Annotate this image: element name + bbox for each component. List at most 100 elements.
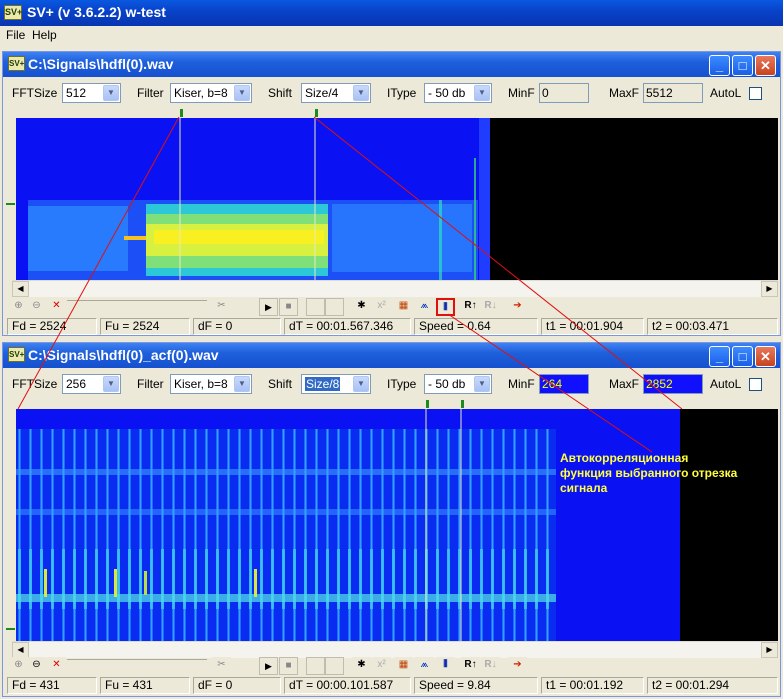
export-icon[interactable]: ➔ (508, 657, 527, 675)
cursor-marker-left[interactable] (180, 109, 183, 117)
maximize-button[interactable]: □ (732, 346, 753, 367)
maximize-icon: □ (738, 349, 747, 364)
mark-right-icon[interactable] (325, 298, 344, 316)
spectrum-icon[interactable]: ⩕ (415, 298, 434, 316)
itype-select[interactable]: - 50 db ▼ (424, 374, 492, 394)
status-speed: Speed = 9.84 (414, 677, 538, 694)
level-marker[interactable] (6, 628, 15, 630)
asterisk-icon[interactable]: ✱ (352, 657, 371, 675)
fftsize-select[interactable]: 512 ▼ (62, 83, 121, 103)
shift-select[interactable]: Size/4 ▼ (301, 83, 371, 103)
stop-icon[interactable]: ■ (279, 657, 298, 675)
minimize-button[interactable]: _ (709, 55, 730, 76)
cursor-marker-left[interactable] (426, 400, 429, 408)
maximize-button[interactable]: □ (732, 55, 753, 76)
scroll-right-button[interactable]: ▶ (761, 281, 778, 297)
spectrogram-plot[interactable] (16, 118, 778, 282)
mark-left-icon[interactable] (306, 657, 325, 675)
filter-select[interactable]: Kiser, b=8 ▼ (170, 83, 252, 103)
cut-icon[interactable]: ✂ (212, 657, 231, 675)
close-button[interactable]: ✕ (755, 346, 776, 367)
cut-icon[interactable]: ✂ (212, 298, 231, 316)
acf-spectrogram-plot[interactable] (16, 409, 778, 643)
rt-down-icon[interactable]: R↓ (481, 298, 500, 316)
app-logo-icon: SV+ (8, 347, 25, 362)
minimize-button[interactable]: _ (709, 346, 730, 367)
mark-left-icon[interactable] (306, 298, 325, 316)
scroll-left-button[interactable]: ◀ (12, 642, 29, 658)
zoom-track[interactable] (67, 300, 207, 314)
status-speed: Speed = 0.64 (414, 318, 538, 335)
itype-select[interactable]: - 50 db ▼ (424, 83, 492, 103)
autol-checkbox[interactable] (749, 87, 762, 100)
x-squared-icon[interactable]: x² (372, 298, 391, 316)
chevron-down-icon: ▼ (474, 85, 490, 101)
window-title-bar[interactable]: SV+ C:\Signals\hdfl(0).wav _ □ ✕ (3, 52, 780, 77)
minf-label: MinF (508, 377, 535, 391)
close-icon: ✕ (760, 349, 771, 364)
asterisk-icon[interactable]: ✱ (352, 298, 371, 316)
acf-spectrogram-area[interactable] (6, 399, 778, 645)
autol-label: AutoL (710, 377, 742, 391)
acf-icon[interactable]: ⦀ (436, 657, 455, 675)
itype-label: IType (387, 86, 417, 100)
acf-annotation: Автокорреляционная функция выбранного от… (560, 451, 770, 496)
play-icon[interactable]: ▶ (259, 298, 278, 316)
zoom-in-icon[interactable]: ⊕ (9, 657, 28, 675)
spectrogram-area[interactable] (6, 108, 778, 284)
minf-field[interactable]: 264 (539, 374, 589, 394)
minf-field[interactable]: 0 (539, 83, 589, 103)
minimize-icon: _ (715, 349, 724, 364)
chevron-down-icon: ▼ (103, 376, 119, 392)
x-squared-icon[interactable]: x² (372, 657, 391, 675)
shift-value: Size/8 (305, 377, 341, 391)
palette-icon[interactable]: ▦ (394, 298, 413, 316)
maxf-field[interactable]: 2852 (643, 374, 703, 394)
zoom-in-icon[interactable]: ⊕ (9, 298, 28, 316)
minimize-icon: _ (715, 58, 724, 73)
menu-file[interactable]: File (6, 28, 25, 42)
acf-icon[interactable]: ⦀ (436, 298, 455, 316)
zoom-reset-icon[interactable]: ✕ (47, 298, 66, 316)
chevron-down-icon: ▼ (353, 85, 369, 101)
status-df: dF = 0 (193, 318, 281, 335)
cursor-marker-right[interactable] (315, 109, 318, 117)
chevron-down-icon: ▼ (234, 376, 250, 392)
zoom-reset-icon[interactable]: ✕ (47, 657, 66, 675)
scroll-left-button[interactable]: ◀ (12, 281, 29, 297)
window-title-bar[interactable]: SV+ C:\Signals\hdfl(0)_acf(0).wav _ □ ✕ (3, 343, 780, 368)
chevron-down-icon: ▼ (474, 376, 490, 392)
autol-checkbox[interactable] (749, 378, 762, 391)
export-icon[interactable]: ➔ (508, 298, 527, 316)
status-t2: t2 = 00:03.471 (647, 318, 778, 335)
maxf-field[interactable]: 5512 (643, 83, 703, 103)
palette-icon[interactable]: ▦ (394, 657, 413, 675)
shift-label: Shift (268, 86, 293, 100)
play-icon[interactable]: ▶ (259, 657, 278, 675)
fftsize-label: FFTSize (12, 86, 58, 100)
fftsize-select[interactable]: 256 ▼ (62, 374, 121, 394)
zoom-out-icon[interactable]: ⊖ (27, 657, 46, 675)
rt-up-icon[interactable]: R↑ (461, 657, 480, 675)
spectrum-icon[interactable]: ⩕ (415, 657, 434, 675)
stop-icon[interactable]: ■ (279, 298, 298, 316)
rt-down-icon[interactable]: R↓ (481, 657, 500, 675)
close-button[interactable]: ✕ (755, 55, 776, 76)
filter-value: Kiser, b=8 (174, 377, 228, 391)
shift-label: Shift (268, 377, 293, 391)
shift-select[interactable]: Size/8 ▼ (301, 374, 371, 394)
menu-help[interactable]: Help (32, 28, 57, 42)
horizontal-scrollbar[interactable]: ◀ ▶ (12, 641, 778, 658)
level-marker[interactable] (6, 203, 15, 205)
scroll-right-button[interactable]: ▶ (761, 642, 778, 658)
mark-right-icon[interactable] (325, 657, 344, 675)
close-icon: ✕ (760, 58, 771, 73)
app-title-bar[interactable]: SV+ SV+ (v 3.6.2.2) w-test (0, 0, 783, 26)
status-fd: Fd = 431 (7, 677, 97, 694)
zoom-out-icon[interactable]: ⊖ (27, 298, 46, 316)
cursor-marker-right[interactable] (461, 400, 464, 408)
horizontal-scrollbar[interactable]: ◀ ▶ (12, 280, 778, 297)
filter-select[interactable]: Kiser, b=8 ▼ (170, 374, 252, 394)
zoom-track[interactable] (67, 659, 207, 673)
rt-up-icon[interactable]: R↑ (461, 298, 480, 316)
